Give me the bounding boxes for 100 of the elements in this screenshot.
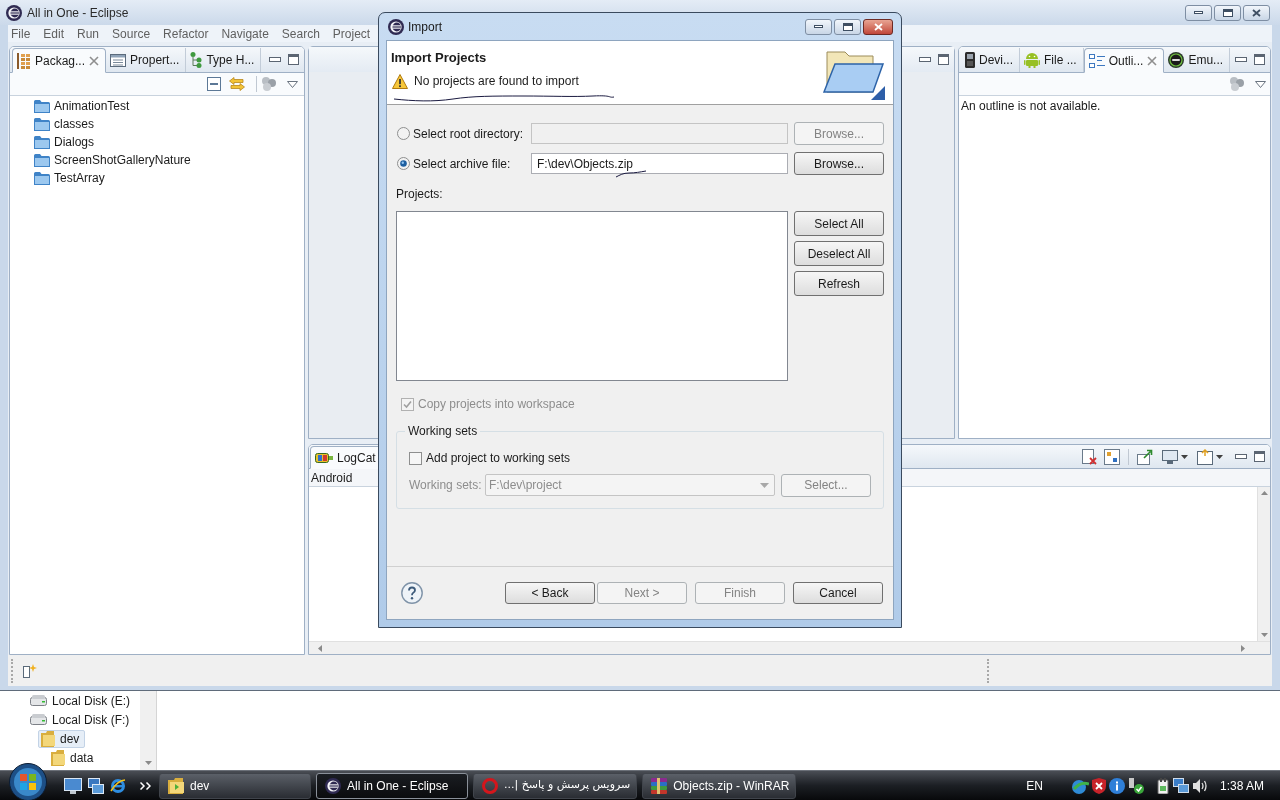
- start-button[interactable]: [9, 762, 47, 800]
- export-icon[interactable]: [1137, 448, 1153, 465]
- caret-icon: [760, 482, 769, 488]
- minimize-icon[interactable]: [919, 57, 931, 62]
- monitors-icon[interactable]: [1172, 777, 1189, 794]
- info-icon[interactable]: [1108, 777, 1125, 794]
- e-orbit-icon[interactable]: [110, 777, 126, 794]
- folder-icon: [34, 99, 50, 113]
- menu-item[interactable]: Navigate: [221, 25, 269, 42]
- path-field[interactable]: F:\dev\Objects.zip: [531, 153, 788, 174]
- taskbar-button[interactable]: Objects.zip - WinRAR: [642, 772, 797, 799]
- view-tab[interactable]: Propert...: [106, 48, 187, 72]
- menu-item[interactable]: File: [11, 25, 31, 42]
- folder-icon: [34, 135, 50, 149]
- radio-button[interactable]: [397, 157, 410, 170]
- page-cross-icon[interactable]: [1081, 448, 1097, 465]
- vertical-scrollbar[interactable]: [1257, 487, 1270, 641]
- tree-item[interactable]: Local Disk (F:): [27, 710, 136, 729]
- menu-item[interactable]: Source: [112, 25, 151, 42]
- close-icon: [873, 22, 883, 31]
- maximize-button[interactable]: [1214, 4, 1241, 21]
- books-icon: [651, 777, 668, 794]
- plug-icon[interactable]: [1155, 777, 1170, 794]
- caret-icon[interactable]: [1216, 454, 1223, 459]
- close-icon[interactable]: [1147, 55, 1158, 66]
- capsule-icon: [315, 450, 333, 465]
- globe-icon[interactable]: [1070, 777, 1089, 794]
- balls-icon[interactable]: [261, 77, 277, 91]
- menu-item[interactable]: Project: [332, 25, 371, 42]
- minimize-icon[interactable]: [269, 57, 281, 62]
- minimize-button[interactable]: [1185, 4, 1212, 21]
- close-icon[interactable]: [89, 55, 100, 66]
- view-tab[interactable]: File ...: [1020, 48, 1084, 72]
- view-tab[interactable]: Type H...: [186, 48, 262, 72]
- scribble-mark: [615, 170, 647, 178]
- taskbar-button[interactable]: All in One - Eclipse: [316, 772, 468, 799]
- taskbar-button[interactable]: dev: [159, 772, 311, 799]
- maximize-icon[interactable]: [1254, 54, 1265, 65]
- caret-icon[interactable]: [1181, 454, 1188, 459]
- balls-icon[interactable]: [1229, 77, 1245, 91]
- collapse-icon[interactable]: [207, 77, 221, 91]
- tree-item[interactable]: Local Disk (E:): [27, 691, 137, 710]
- view-tab[interactable]: Outli...: [1083, 48, 1165, 73]
- maximize-icon[interactable]: [288, 54, 299, 65]
- volume-icon[interactable]: [1191, 777, 1208, 794]
- menu-item[interactable]: Search: [281, 25, 320, 42]
- tree-item[interactable]: dev: [38, 729, 86, 748]
- shield-x-icon[interactable]: [1091, 777, 1106, 794]
- clock[interactable]: 1:38 AM: [1219, 776, 1264, 795]
- menu-item[interactable]: Run: [77, 25, 100, 42]
- maximize-icon[interactable]: [1254, 451, 1265, 462]
- monitor-icon[interactable]: [1162, 449, 1178, 464]
- scroll-arrow-icon[interactable]: [1260, 491, 1268, 495]
- list-action-button[interactable]: Deselect All: [794, 241, 884, 266]
- scroll-arrow-icon[interactable]: [1260, 633, 1268, 637]
- wizard-button[interactable]: Cancel: [793, 582, 883, 604]
- tree-item[interactable]: Dialogs: [34, 133, 95, 151]
- windows-icon[interactable]: [88, 777, 104, 794]
- menu-item[interactable]: Edit: [43, 25, 65, 42]
- vertical-scrollbar[interactable]: [140, 691, 156, 770]
- scroll-arrow-icon[interactable]: [1241, 644, 1245, 652]
- taskbar-button[interactable]: سرویس پرسش و پاسخ |...: [473, 772, 638, 799]
- language-indicator[interactable]: EN: [1026, 776, 1043, 795]
- scroll-arrow-icon[interactable]: [144, 761, 152, 765]
- horizontal-scrollbar[interactable]: [309, 641, 1270, 654]
- menu-item[interactable]: Refactor: [163, 25, 209, 42]
- maximize-button[interactable]: [834, 18, 861, 35]
- radio-label[interactable]: Select archive file:: [413, 154, 511, 173]
- help-icon[interactable]: [401, 582, 423, 604]
- browse-button[interactable]: Browse...: [794, 152, 884, 175]
- grid-icon[interactable]: [1104, 448, 1120, 465]
- minimize-button[interactable]: [805, 18, 832, 35]
- sync-arrows-icon[interactable]: [229, 77, 245, 91]
- package-icon: [17, 52, 31, 69]
- tree-item[interactable]: TestArray: [34, 169, 105, 187]
- view-menu-icon[interactable]: [1255, 80, 1266, 88]
- check-badge-icon[interactable]: [1127, 777, 1144, 794]
- tree-item[interactable]: classes: [34, 115, 94, 133]
- maximize-icon[interactable]: [938, 54, 949, 65]
- view-tab[interactable]: Devi...: [961, 48, 1020, 72]
- folder-icon: [51, 749, 65, 766]
- chevron-icon[interactable]: [140, 781, 151, 790]
- view-tab[interactable]: Emu...: [1164, 48, 1231, 72]
- view-menu-icon[interactable]: [287, 80, 298, 88]
- desktop-icon[interactable]: [64, 777, 82, 794]
- folder-icon: [34, 171, 50, 185]
- minimize-icon[interactable]: [1235, 57, 1247, 62]
- list-action-button[interactable]: Refresh: [794, 271, 884, 296]
- close-button[interactable]: [1243, 4, 1270, 21]
- window-sparkle-icon[interactable]: [23, 663, 37, 678]
- list-action-button[interactable]: Select All: [794, 211, 884, 236]
- tree-item[interactable]: data: [48, 748, 100, 767]
- view-tab[interactable]: Packag...: [12, 48, 107, 73]
- minimize-icon[interactable]: [1235, 454, 1247, 459]
- tree-item[interactable]: ScreenShotGalleryNature: [34, 151, 191, 169]
- tree-item[interactable]: AnimationTest: [34, 97, 130, 115]
- close-button[interactable]: [863, 18, 893, 35]
- scroll-arrow-icon[interactable]: [318, 644, 322, 652]
- wizard-button[interactable]: < Back: [505, 582, 595, 604]
- folder-icon: [168, 777, 184, 794]
